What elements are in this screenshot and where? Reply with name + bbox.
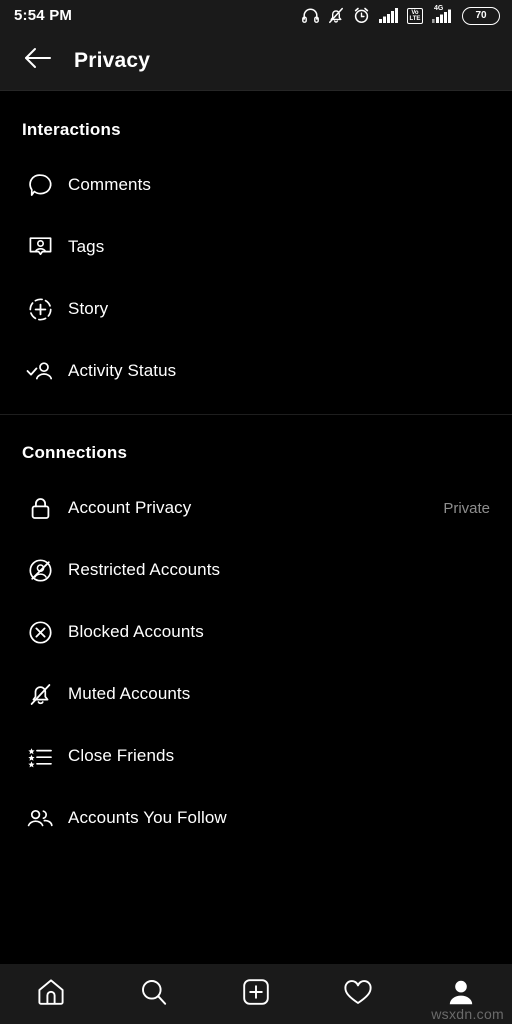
bottom-navigation-bar <box>0 963 512 1024</box>
status-bar-icons: Vo LTE 4G 70 <box>302 5 500 25</box>
headphones-icon <box>302 8 319 23</box>
nav-add-post[interactable] <box>228 966 284 1022</box>
status-bar: 5:54 PM Vo LTE 4G 70 <box>0 0 512 31</box>
nav-home[interactable] <box>23 966 79 1022</box>
settings-row-label: Blocked Accounts <box>68 622 204 641</box>
people-icon <box>22 800 58 836</box>
settings-row-label: Account Privacy <box>68 498 192 517</box>
search-icon <box>139 977 169 1012</box>
lock-icon <box>22 490 58 526</box>
signal-bars-icon <box>379 8 398 23</box>
app-screen: 5:54 PM Vo LTE 4G 70 Privacy Interaction… <box>0 0 512 1024</box>
add-post-icon <box>242 978 270 1011</box>
account-privacy-value: Private <box>443 499 490 517</box>
arrow-left-icon <box>24 47 52 74</box>
section-title-connections: Connections <box>22 443 128 462</box>
bell-off-icon <box>328 7 344 24</box>
alarm-clock-icon <box>353 7 370 24</box>
nav-profile[interactable] <box>433 966 489 1022</box>
section-title-interactions: Interactions <box>22 120 121 139</box>
settings-row-muted-accounts[interactable]: Muted Accounts <box>0 663 512 725</box>
status-bar-time: 5:54 PM <box>14 7 73 24</box>
nav-search[interactable] <box>126 966 182 1022</box>
app-header: Privacy <box>0 31 512 91</box>
settings-row-tags[interactable]: Tags <box>0 216 512 278</box>
settings-row-label: Restricted Accounts <box>68 560 221 579</box>
settings-row-label: Story <box>68 299 109 318</box>
battery-icon: 70 <box>462 6 500 25</box>
settings-list: Interactions Comments Tags Story Activit… <box>0 92 512 963</box>
activity-check-person-icon <box>22 353 58 389</box>
settings-row-comments[interactable]: Comments <box>0 154 512 216</box>
volte-icon: Vo LTE <box>407 7 423 24</box>
volte-bottom-label: LTE <box>409 15 421 22</box>
page-title: Privacy <box>74 48 151 72</box>
restricted-person-icon <box>22 552 58 588</box>
story-plus-circle-icon <box>22 291 58 327</box>
back-button[interactable] <box>16 39 60 83</box>
nav-activity[interactable] <box>330 966 386 1022</box>
settings-row-label: Tags <box>68 237 105 256</box>
settings-row-label: Close Friends <box>68 746 175 765</box>
settings-row-label: Activity Status <box>68 361 177 380</box>
settings-row-story[interactable]: Story <box>0 278 512 340</box>
settings-row-blocked-accounts[interactable]: Blocked Accounts <box>0 601 512 663</box>
settings-row-accounts-you-follow[interactable]: Accounts You Follow <box>0 787 512 849</box>
heart-icon <box>343 978 373 1011</box>
signal-4g-icon: 4G <box>432 5 453 23</box>
network-type-label: 4G <box>434 5 444 12</box>
tag-person-icon <box>22 229 58 265</box>
settings-row-label: Accounts You Follow <box>68 808 227 827</box>
profile-icon <box>446 977 476 1012</box>
home-icon <box>36 977 66 1012</box>
settings-row-label: Muted Accounts <box>68 684 191 703</box>
settings-row-activity-status[interactable]: Activity Status <box>0 340 512 402</box>
blocked-circle-x-icon <box>22 614 58 650</box>
comment-bubble-icon <box>22 167 58 203</box>
settings-row-label: Comments <box>68 175 151 194</box>
battery-level-label: 70 <box>475 10 487 21</box>
settings-row-close-friends[interactable]: Close Friends <box>0 725 512 787</box>
settings-row-restricted-accounts[interactable]: Restricted Accounts <box>0 539 512 601</box>
bell-off-icon <box>22 676 58 712</box>
star-list-icon <box>22 738 58 774</box>
settings-row-account-privacy[interactable]: Account Privacy Private <box>0 477 512 539</box>
